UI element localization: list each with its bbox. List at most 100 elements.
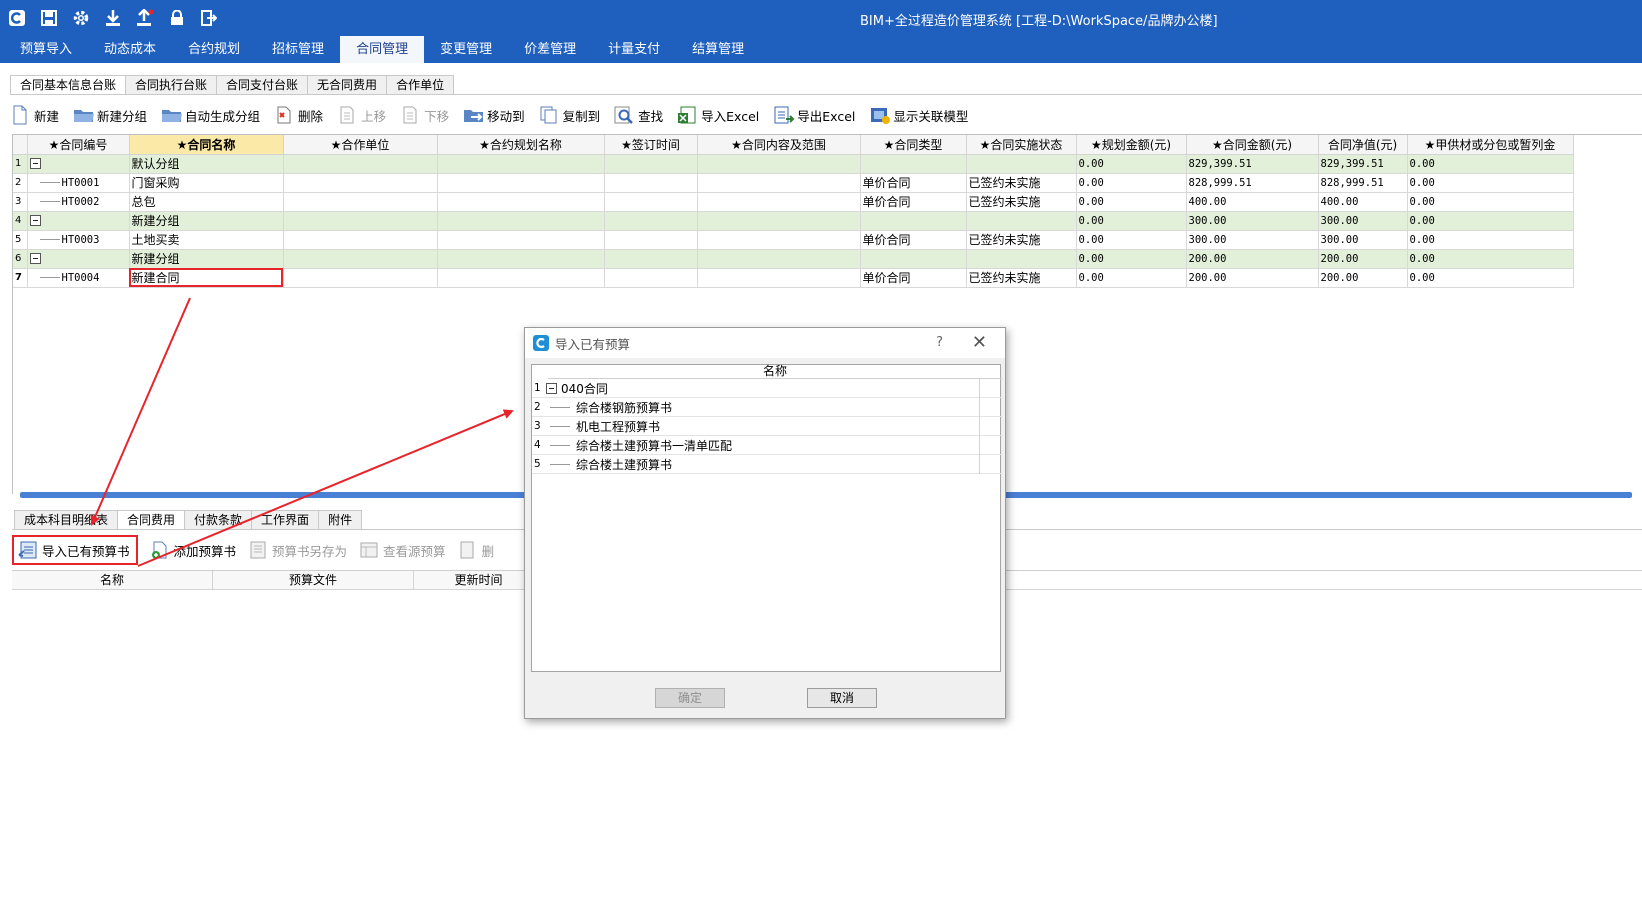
partner-cell[interactable]: [283, 230, 438, 250]
contract-amount-cell[interactable]: 400.00: [1186, 192, 1319, 212]
scope-cell[interactable]: [697, 249, 861, 269]
status-cell[interactable]: [966, 211, 1077, 231]
contract-type-cell[interactable]: 单价合同: [860, 173, 967, 193]
supply-cell[interactable]: 0.00: [1407, 192, 1574, 212]
download-icon[interactable]: [102, 7, 124, 29]
save-budget-as-button[interactable]: 预算书另存为: [248, 540, 347, 560]
contract-row[interactable]: 7 HT0004 新建合同 单价合同 已签约未实施 0.00 200.00 200.00 0.0…: [13, 268, 1574, 288]
col-budget-file[interactable]: 预算文件: [213, 571, 414, 589]
sign-date-cell[interactable]: [604, 211, 698, 231]
new-group-button[interactable]: 新建分组: [73, 105, 147, 125]
tab-contract-execution-ledger[interactable]: 合同执行台账: [125, 75, 218, 95]
tab-attachments[interactable]: 附件: [318, 510, 363, 530]
supply-cell[interactable]: 0.00: [1407, 154, 1574, 174]
new-button[interactable]: 新建: [10, 105, 59, 125]
contract-name-cell[interactable]: 默认分组: [129, 154, 284, 174]
supply-cell[interactable]: 0.00: [1407, 173, 1574, 193]
contract-type-cell[interactable]: [860, 249, 967, 269]
net-value-cell[interactable]: 300.00: [1318, 230, 1408, 250]
contract-name-cell[interactable]: 新建分组: [129, 249, 284, 269]
col-scope[interactable]: ★合同内容及范围: [697, 135, 861, 155]
contract-code-cell[interactable]: [27, 249, 130, 269]
tab-non-contract-costs[interactable]: 无合同费用: [307, 75, 388, 95]
contract-amount-cell[interactable]: 300.00: [1186, 211, 1319, 231]
move-up-button[interactable]: 上移: [337, 105, 386, 125]
col-status[interactable]: ★合同实施状态: [966, 135, 1077, 155]
contract-amount-cell[interactable]: 828,999.51: [1186, 173, 1319, 193]
col-contract-name[interactable]: ★合同名称: [129, 135, 284, 155]
supply-cell[interactable]: 0.00: [1407, 230, 1574, 250]
scope-cell[interactable]: [697, 268, 861, 288]
plan-name-cell[interactable]: [437, 211, 605, 231]
col-budget-name[interactable]: 名称: [12, 571, 213, 589]
net-value-cell[interactable]: 300.00: [1318, 211, 1408, 231]
import-budget-button[interactable]: 导入已有预算书: [12, 535, 138, 565]
plan-name-cell[interactable]: [437, 154, 605, 174]
contract-type-cell[interactable]: [860, 154, 967, 174]
plan-amount-cell[interactable]: 0.00: [1076, 249, 1187, 269]
col-contract-type[interactable]: ★合同类型: [860, 135, 967, 155]
scope-cell[interactable]: [697, 211, 861, 231]
contract-code-cell[interactable]: [27, 211, 130, 231]
auto-group-button[interactable]: 自动生成分组: [161, 105, 260, 125]
partner-cell[interactable]: [283, 249, 438, 269]
col-plan-amount[interactable]: ★规划金额(元): [1076, 135, 1187, 155]
tab-contract-costs[interactable]: 合同费用: [117, 510, 186, 530]
status-cell[interactable]: 已签约未实施: [966, 268, 1077, 288]
plan-amount-cell[interactable]: 0.00: [1076, 173, 1187, 193]
scope-cell[interactable]: [697, 173, 861, 193]
plan-name-cell[interactable]: [437, 249, 605, 269]
contract-name-cell[interactable]: 门窗采购: [129, 173, 284, 193]
col-contract-code[interactable]: ★合同编号: [27, 135, 130, 155]
contract-amount-cell[interactable]: 200.00: [1186, 268, 1319, 288]
contract-amount-cell[interactable]: 300.00: [1186, 230, 1319, 250]
settings-icon[interactable]: [70, 7, 92, 29]
col-contract-amount[interactable]: ★合同金额(元): [1186, 135, 1319, 155]
plan-amount-cell[interactable]: 0.00: [1076, 230, 1187, 250]
partner-cell[interactable]: [283, 173, 438, 193]
contract-code-cell[interactable]: HT0001: [27, 173, 130, 193]
budget-item-row[interactable]: 4 综合楼土建预算书一清单匹配: [532, 436, 1002, 455]
plan-name-cell[interactable]: [437, 230, 605, 250]
contract-code-cell[interactable]: HT0004: [27, 268, 130, 288]
menu-change-management[interactable]: 变更管理: [424, 36, 508, 63]
group-row[interactable]: 4 新建分组 0.00 300.00 300.00 0.00: [13, 211, 1574, 231]
collapse-icon[interactable]: [546, 382, 557, 394]
plan-name-cell[interactable]: [437, 173, 605, 193]
plan-name-cell[interactable]: [437, 192, 605, 212]
budget-item-row[interactable]: 5 综合楼土建预算书: [532, 455, 1002, 474]
menu-settlement[interactable]: 结算管理: [676, 36, 760, 63]
upload-icon[interactable]: [134, 7, 156, 29]
find-button[interactable]: 查找: [614, 105, 663, 125]
scope-cell[interactable]: [697, 230, 861, 250]
partner-cell[interactable]: [283, 192, 438, 212]
budget-item-row[interactable]: 3 机电工程预算书: [532, 417, 1002, 436]
contract-name-cell[interactable]: 土地买卖: [129, 230, 284, 250]
sign-date-cell[interactable]: [604, 230, 698, 250]
supply-cell[interactable]: 0.00: [1407, 268, 1574, 288]
contract-type-cell[interactable]: 单价合同: [860, 230, 967, 250]
net-value-cell[interactable]: 829,399.51: [1318, 154, 1408, 174]
supply-cell[interactable]: 0.00: [1407, 249, 1574, 269]
contract-code-cell[interactable]: HT0003: [27, 230, 130, 250]
save-icon[interactable]: [38, 7, 60, 29]
move-to-button[interactable]: 移动到: [463, 105, 525, 125]
group-row[interactable]: 6 新建分组 0.00 200.00 200.00 0.00: [13, 249, 1574, 269]
cancel-button[interactable]: 取消: [807, 688, 877, 708]
contract-type-cell[interactable]: 单价合同: [860, 192, 967, 212]
export-excel-button[interactable]: 导出Excel: [773, 105, 855, 125]
budget-group-row[interactable]: 1 040合同: [532, 379, 1002, 398]
status-cell[interactable]: 已签约未实施: [966, 192, 1077, 212]
col-net-value[interactable]: 合同净值(元): [1318, 135, 1408, 155]
add-budget-button[interactable]: 添加预算书: [150, 540, 236, 560]
help-icon[interactable]: ?: [936, 335, 943, 350]
sign-date-cell[interactable]: [604, 154, 698, 174]
scope-cell[interactable]: [697, 192, 861, 212]
collapse-icon[interactable]: [29, 158, 41, 169]
status-cell[interactable]: [966, 154, 1077, 174]
contract-row[interactable]: 3 HT0002 总包 单价合同 已签约未实施 0.00 400.00 400.00 0.00: [13, 192, 1574, 212]
exit-icon[interactable]: [198, 7, 220, 29]
contract-name-cell[interactable]: 总包: [129, 192, 284, 212]
view-source-budget-button[interactable]: 查看源预算: [359, 540, 446, 560]
tab-partners[interactable]: 合作单位: [386, 75, 455, 95]
